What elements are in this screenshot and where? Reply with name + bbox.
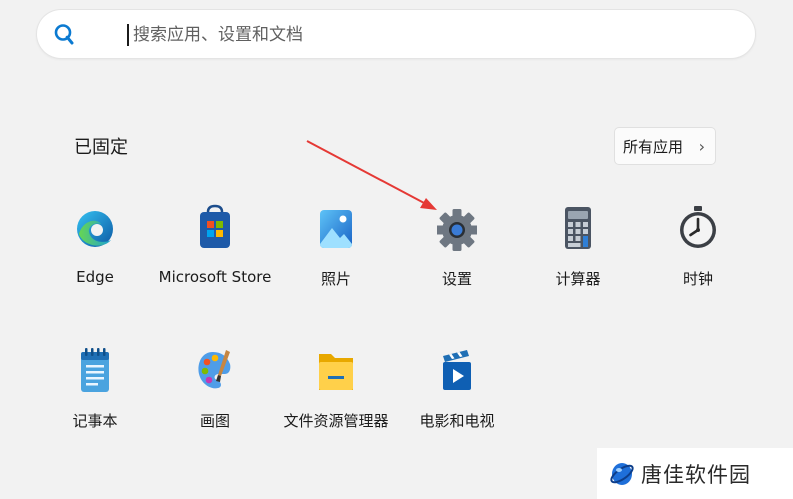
app-label: 文件资源管理器 (283, 412, 389, 430)
globe-logo-icon (610, 462, 634, 485)
calculator-icon (558, 204, 598, 252)
app-tile-clock[interactable]: 时钟 (638, 204, 758, 304)
notepad-icon (75, 346, 115, 394)
watermark-text: 唐佳软件园 (641, 462, 751, 487)
pinned-section-title: 已固定 (74, 137, 128, 158)
edge-icon (75, 204, 115, 252)
text-caret (127, 24, 129, 46)
all-apps-label: 所有应用 (623, 137, 684, 156)
app-label: 记事本 (72, 412, 118, 430)
app-label: 时钟 (682, 270, 713, 288)
app-label: 电影和电视 (419, 412, 495, 430)
all-apps-button[interactable]: 所有应用 › (614, 127, 716, 165)
movies-tv-icon (437, 346, 477, 394)
app-tile-settings[interactable]: 设置 (397, 204, 517, 304)
search-input[interactable] (131, 20, 735, 50)
photos-icon (316, 204, 356, 252)
search-box[interactable] (37, 10, 755, 58)
watermark-logo: 唐佳软件园 (597, 448, 793, 499)
app-tile-calculator[interactable]: 计算器 (518, 204, 638, 304)
app-label: 画图 (199, 412, 230, 430)
app-label: 计算器 (555, 270, 601, 288)
app-label: 设置 (441, 270, 472, 288)
clock-icon (678, 204, 718, 252)
search-icon (54, 24, 74, 45)
app-tile-file-explorer[interactable]: 文件资源管理器 (276, 346, 396, 446)
app-label: Edge (76, 268, 114, 286)
app-tile-movies-tv[interactable]: 电影和电视 (397, 346, 517, 446)
app-tile-notepad[interactable]: 记事本 (35, 346, 155, 446)
app-label: Microsoft Store (158, 268, 272, 286)
app-tile-microsoft-store[interactable]: Microsoft Store (155, 204, 275, 304)
settings-gear-icon (436, 204, 478, 252)
app-tile-photos[interactable]: 照片 (276, 204, 396, 304)
folder-icon (316, 346, 356, 394)
app-label: 照片 (320, 270, 351, 288)
chevron-right-icon: › (698, 137, 705, 156)
store-icon (195, 204, 235, 252)
app-tile-paint[interactable]: 画图 (155, 346, 275, 446)
app-tile-edge[interactable]: Edge (35, 204, 155, 304)
paint-icon (195, 346, 235, 394)
